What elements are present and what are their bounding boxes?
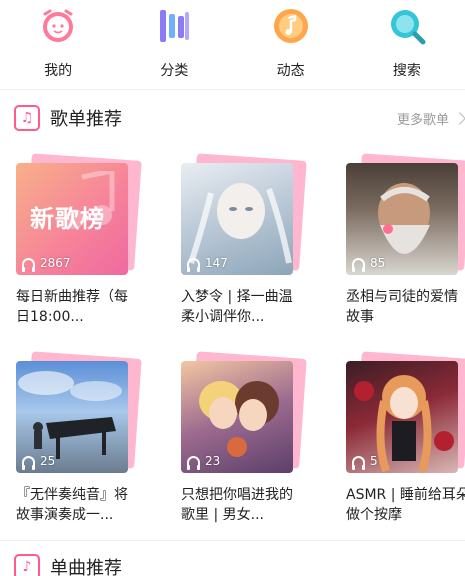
- nav-item-category[interactable]: 分类: [116, 0, 232, 90]
- search-icon: [390, 10, 426, 45]
- playlist-cover: 5: [346, 361, 458, 473]
- play-count: 23: [187, 454, 221, 470]
- play-count-value: 5: [370, 454, 378, 468]
- alarm-clock-icon: [43, 9, 74, 42]
- nav-label-mine: 我的: [44, 63, 73, 79]
- play-count: 5: [352, 454, 378, 470]
- section-divider: [0, 540, 465, 541]
- chevron-right-icon: [453, 111, 465, 125]
- playlist-cover: 新歌榜 2867: [16, 163, 128, 275]
- playlist-title[interactable]: 丞相与司徒的爱情故事: [346, 287, 465, 327]
- play-count: 2867: [22, 256, 71, 272]
- headphones-icon: [187, 455, 200, 470]
- cover-title: 新歌榜: [30, 205, 105, 233]
- section-title: 单曲推荐: [50, 558, 122, 576]
- play-count-value: 2867: [40, 256, 71, 270]
- category-bars-icon: [160, 10, 190, 42]
- playlist-cover: 25: [16, 361, 128, 473]
- playlist-cover: 85: [346, 163, 458, 275]
- nav-divider: [0, 89, 465, 90]
- playlist-title[interactable]: 只想把你唱进我的歌里 | 男女...: [181, 485, 306, 525]
- nav-label-category: 分类: [160, 63, 189, 79]
- music-note-icon: ♪: [14, 554, 40, 576]
- play-count-value: 85: [370, 256, 386, 270]
- playlist-title[interactable]: ASMR | 睡前给耳朵做个按摩: [346, 485, 465, 525]
- play-count: 25: [22, 454, 56, 470]
- playlist-cover: 147: [181, 163, 293, 275]
- nav-label-activity: 动态: [276, 63, 305, 79]
- playlist-section-header: ♫ 歌单推荐 更多歌单: [14, 103, 465, 133]
- headphones-icon: [22, 455, 35, 470]
- music-note-icon: [273, 9, 308, 43]
- headphones-icon: [187, 257, 200, 272]
- playlist-title[interactable]: 每日新曲推荐（每日18:00...: [16, 287, 141, 327]
- play-count-value: 147: [205, 256, 228, 270]
- nav-item-activity[interactable]: 动态: [233, 0, 349, 90]
- more-playlists-link[interactable]: 更多歌单: [396, 109, 465, 128]
- play-count: 85: [352, 256, 386, 272]
- top-nav: 我的 分类 动态 搜索: [0, 0, 465, 90]
- nav-item-search[interactable]: 搜索: [349, 0, 465, 90]
- music-note-icon: ♫: [14, 105, 40, 131]
- playlist-title[interactable]: 『无伴奏纯音』将故事演奏成一...: [16, 485, 141, 525]
- more-playlists-label: 更多歌单: [396, 112, 449, 128]
- playlist-title[interactable]: 入梦令 | 择一曲温柔小调伴你...: [181, 287, 306, 327]
- single-section-header: ♪ 单曲推荐: [14, 552, 464, 576]
- play-count-value: 25: [40, 454, 56, 468]
- play-count-value: 23: [205, 454, 221, 468]
- headphones-icon: [352, 257, 365, 272]
- nav-item-mine[interactable]: 我的: [0, 0, 116, 90]
- section-title: 歌单推荐: [50, 109, 122, 130]
- headphones-icon: [22, 257, 35, 272]
- nav-label-search: 搜索: [392, 63, 421, 79]
- headphones-icon: [352, 455, 365, 470]
- play-count: 147: [187, 256, 228, 272]
- playlist-cover: 23: [181, 361, 293, 473]
